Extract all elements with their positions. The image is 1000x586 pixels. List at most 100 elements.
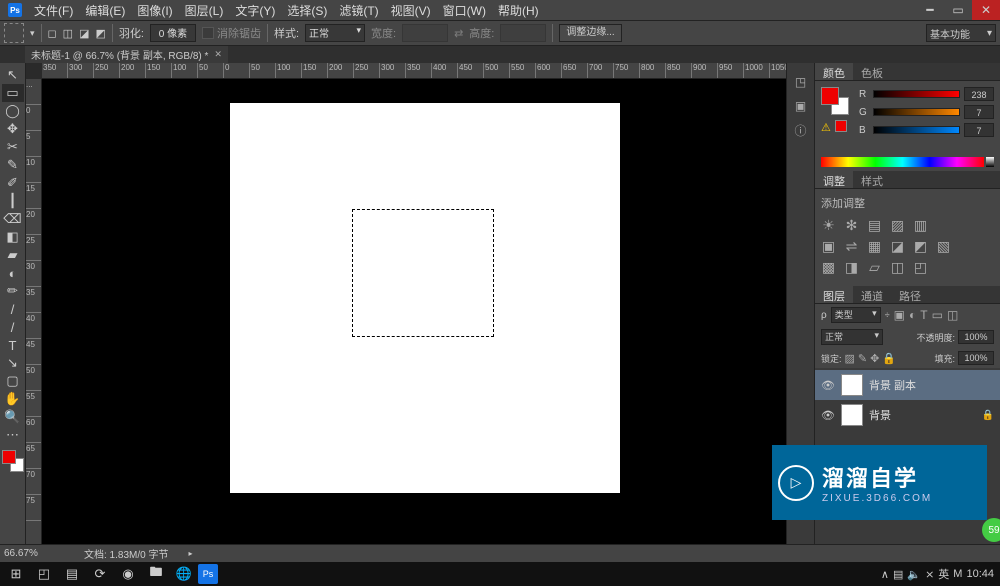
menu-filter[interactable]: 滤镜(T) bbox=[333, 2, 384, 19]
start-button[interactable]: ⊞ bbox=[2, 563, 30, 585]
opacity-value[interactable]: 100% bbox=[958, 330, 994, 344]
brush-tool[interactable]: ┃ bbox=[2, 192, 24, 210]
stamp-tool[interactable]: ⌫ bbox=[2, 210, 24, 228]
gamut-warning-icon[interactable]: ⚠ bbox=[821, 121, 831, 134]
lock-trans-icon[interactable]: ▨ bbox=[845, 352, 855, 365]
int-sel-icon[interactable]: ◩ bbox=[95, 27, 105, 40]
color-tab[interactable]: 颜色 bbox=[815, 63, 853, 80]
close-tab-icon[interactable]: ✕ bbox=[214, 49, 222, 60]
adj-levels-icon[interactable]: ✻ bbox=[844, 217, 859, 234]
menu-file[interactable]: 文件(F) bbox=[28, 2, 79, 19]
layer-name[interactable]: 背景 bbox=[869, 407, 891, 423]
eraser-tool[interactable]: ▰ bbox=[2, 246, 24, 264]
doc-info[interactable]: 文档: 1.83M/0 字节 bbox=[84, 546, 168, 561]
minimize-button[interactable]: ━ bbox=[916, 0, 944, 20]
tray-mute-icon[interactable]: ⨯ bbox=[925, 568, 934, 581]
maximize-button[interactable]: ▭ bbox=[944, 0, 972, 20]
r-slider[interactable] bbox=[873, 90, 960, 98]
color-swatches[interactable] bbox=[2, 450, 24, 472]
stage[interactable] bbox=[42, 79, 786, 544]
sub-sel-icon[interactable]: ◪ bbox=[79, 27, 89, 40]
b-value[interactable]: 7 bbox=[964, 123, 994, 137]
tray-ime-icon[interactable]: 英 bbox=[938, 566, 949, 582]
tray-clock[interactable]: 10:44 bbox=[966, 568, 994, 580]
pen-tool[interactable]: / bbox=[2, 318, 24, 336]
new-sel-icon[interactable]: ◻ bbox=[48, 27, 57, 40]
document-tab[interactable]: 未标题-1 @ 66.7% (背景 副本, RGB/8) * ✕ bbox=[25, 46, 228, 63]
color-swatch-pair[interactable] bbox=[821, 87, 849, 115]
filter-pixel-icon[interactable]: ▣ bbox=[894, 308, 905, 322]
wand-tool[interactable]: ✥ bbox=[2, 120, 24, 138]
adjust-tab[interactable]: 调整 bbox=[815, 171, 853, 188]
menu-image[interactable]: 图像(I) bbox=[131, 2, 178, 19]
task-app1[interactable]: ▤ bbox=[58, 563, 86, 585]
adj-vibrance-icon[interactable]: ▥ bbox=[913, 217, 928, 234]
g-slider[interactable] bbox=[873, 108, 960, 116]
lock-paint-icon[interactable]: ✎ bbox=[858, 352, 867, 365]
task-photoshop[interactable]: Ps bbox=[198, 564, 218, 584]
adj-curves-icon[interactable]: ▤ bbox=[867, 217, 882, 234]
foreground-swatch[interactable] bbox=[2, 450, 16, 464]
layer-thumbnail[interactable] bbox=[841, 404, 863, 426]
menu-window[interactable]: 窗口(W) bbox=[437, 2, 492, 19]
filter-adjust-icon[interactable]: ◐ bbox=[909, 308, 916, 322]
gradient-tool[interactable]: ◐ bbox=[2, 264, 24, 282]
adj-lut-icon[interactable]: ▧ bbox=[936, 238, 951, 255]
adj-photo-icon[interactable]: ◪ bbox=[890, 238, 905, 255]
adj-invert-icon[interactable]: ▩ bbox=[821, 259, 836, 276]
adj-mixer-icon[interactable]: ◩ bbox=[913, 238, 928, 255]
style-select[interactable]: 正常 bbox=[305, 24, 365, 42]
refine-edge-button[interactable]: 调整边缘... bbox=[559, 24, 621, 42]
filter-type-select[interactable]: 类型 bbox=[831, 307, 881, 323]
path-tool[interactable]: ↘ bbox=[2, 354, 24, 372]
adj-poster-icon[interactable]: ◨ bbox=[844, 259, 859, 276]
heal-tool[interactable]: ✐ bbox=[2, 174, 24, 192]
adj-brightness-icon[interactable]: ☀ bbox=[821, 217, 836, 234]
feather-input[interactable]: 0 像素 bbox=[150, 24, 196, 42]
shape-tool[interactable]: ▢ bbox=[2, 372, 24, 390]
adj-threshold-icon[interactable]: ▱ bbox=[867, 259, 882, 276]
util-navigator-icon[interactable]: ▣ bbox=[790, 95, 812, 117]
bw-ramp[interactable] bbox=[986, 157, 994, 167]
eyedropper-tool[interactable]: ✎ bbox=[2, 156, 24, 174]
task-explorer[interactable]: 🖿 bbox=[142, 563, 170, 585]
layer-row[interactable]: 👁 背景 副本 bbox=[815, 370, 1000, 400]
menu-view[interactable]: 视图(V) bbox=[385, 2, 437, 19]
filter-shape-icon[interactable]: ▭ bbox=[932, 308, 943, 322]
history-brush-tool[interactable]: ◧ bbox=[2, 228, 24, 246]
visibility-icon[interactable]: 👁 bbox=[821, 379, 835, 392]
websafe-swatch[interactable] bbox=[835, 120, 847, 132]
zoom-field[interactable]: 66.67% bbox=[4, 548, 64, 559]
lasso-tool[interactable]: ◯ bbox=[2, 102, 24, 120]
menu-help[interactable]: 帮助(H) bbox=[492, 2, 545, 19]
fill-value[interactable]: 100% bbox=[958, 351, 994, 365]
util-info-icon[interactable]: ⓘ bbox=[790, 119, 812, 141]
zoom-tool[interactable]: 🔍 bbox=[2, 408, 24, 426]
filter-type-icon[interactable]: T bbox=[920, 308, 927, 322]
b-slider[interactable] bbox=[873, 126, 960, 134]
menu-layer[interactable]: 图层(L) bbox=[179, 2, 230, 19]
util-histogram-icon[interactable]: ◳ bbox=[790, 71, 812, 93]
type-tool[interactable]: T bbox=[2, 336, 24, 354]
add-sel-icon[interactable]: ◫ bbox=[63, 27, 73, 40]
hand-tool[interactable]: ✋ bbox=[2, 390, 24, 408]
r-value[interactable]: 238 bbox=[964, 87, 994, 101]
visibility-icon[interactable]: 👁 bbox=[821, 409, 835, 422]
move-tool[interactable]: ↖ bbox=[2, 66, 24, 84]
layer-row[interactable]: 👁 背景 🔒 bbox=[815, 400, 1000, 430]
swatches-tab[interactable]: 色板 bbox=[853, 63, 891, 80]
dodge-tool[interactable]: / bbox=[2, 300, 24, 318]
menu-text[interactable]: 文字(Y) bbox=[229, 2, 281, 19]
tray-net-icon[interactable]: ▤ bbox=[893, 568, 903, 581]
blend-mode-select[interactable]: 正常 bbox=[821, 329, 883, 345]
adj-balance-icon[interactable]: ⇌ bbox=[844, 238, 859, 255]
blur-tool[interactable]: ✏ bbox=[2, 282, 24, 300]
extras-tool[interactable]: ⋯ bbox=[2, 426, 24, 444]
styles-tab[interactable]: 样式 bbox=[853, 171, 891, 188]
layer-name[interactable]: 背景 副本 bbox=[869, 377, 916, 393]
close-button[interactable]: ✕ bbox=[972, 0, 1000, 20]
taskview-button[interactable]: ◰ bbox=[30, 563, 58, 585]
tray-overflow-icon[interactable]: ∧ bbox=[881, 568, 889, 581]
lock-all-icon[interactable]: 🔒 bbox=[882, 352, 896, 365]
menu-edit[interactable]: 编辑(E) bbox=[79, 2, 131, 19]
